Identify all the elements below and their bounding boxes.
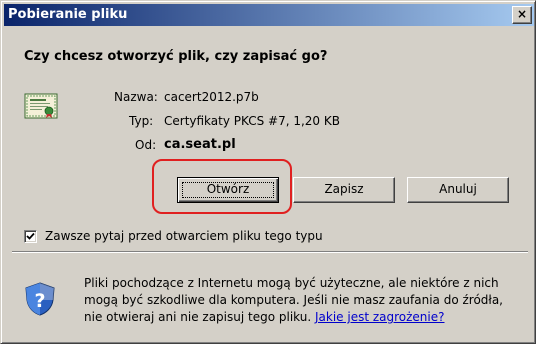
from-label: Od:	[135, 138, 157, 152]
focus-rectangle	[182, 182, 274, 198]
checkmark-icon	[26, 232, 35, 240]
type-label: Typ:	[129, 114, 154, 128]
close-button[interactable]: ×	[512, 6, 532, 24]
always-ask-checkbox[interactable]	[24, 230, 37, 243]
open-button[interactable]: Otwórz	[177, 177, 279, 203]
warning-line-1: Pliki pochodzące z Internetu mogą być uż…	[84, 276, 499, 290]
download-dialog-window: Pobieranie pliku × Czy chcesz otworzyć p…	[0, 0, 536, 344]
risk-info-link[interactable]: Jakie jest zagrożenie?	[315, 310, 445, 324]
warning-line-2: mogą być szkodliwe dla komputera. Jeśli …	[84, 293, 503, 307]
name-label: Nazwa:	[114, 90, 158, 104]
dialog-question: Czy chcesz otworzyć plik, czy zapisać go…	[24, 49, 328, 64]
security-warning-text: Pliki pochodzące z Internetu mogą być uż…	[84, 275, 524, 326]
file-name-value: cacert2012.p7b	[164, 90, 259, 104]
title-bar[interactable]: Pobieranie pliku ×	[4, 4, 534, 26]
separator-highlight	[12, 252, 528, 253]
window-title: Pobieranie pliku	[8, 7, 128, 22]
warning-line-3: nie otwieraj ani nie zapisuj tego pliku.…	[84, 309, 524, 326]
file-type-value: Certyfikaty PKCS #7, 1,20 KB	[164, 114, 340, 128]
security-shield-icon: ?	[25, 282, 55, 316]
warning-line-3-text: nie otwieraj ani nie zapisuj tego pliku.	[84, 310, 312, 324]
cancel-button[interactable]: Anuluj	[407, 177, 509, 203]
certificate-file-icon	[24, 93, 58, 119]
save-button[interactable]: Zapisz	[293, 177, 395, 203]
dialog-content: Czy chcesz otworzyć plik, czy zapisać go…	[4, 27, 534, 342]
always-ask-label[interactable]: Zawsze pytaj przed otwarciem pliku tego …	[45, 229, 323, 243]
svg-text:?: ?	[34, 290, 45, 312]
file-source-value: ca.seat.pl	[164, 137, 236, 152]
